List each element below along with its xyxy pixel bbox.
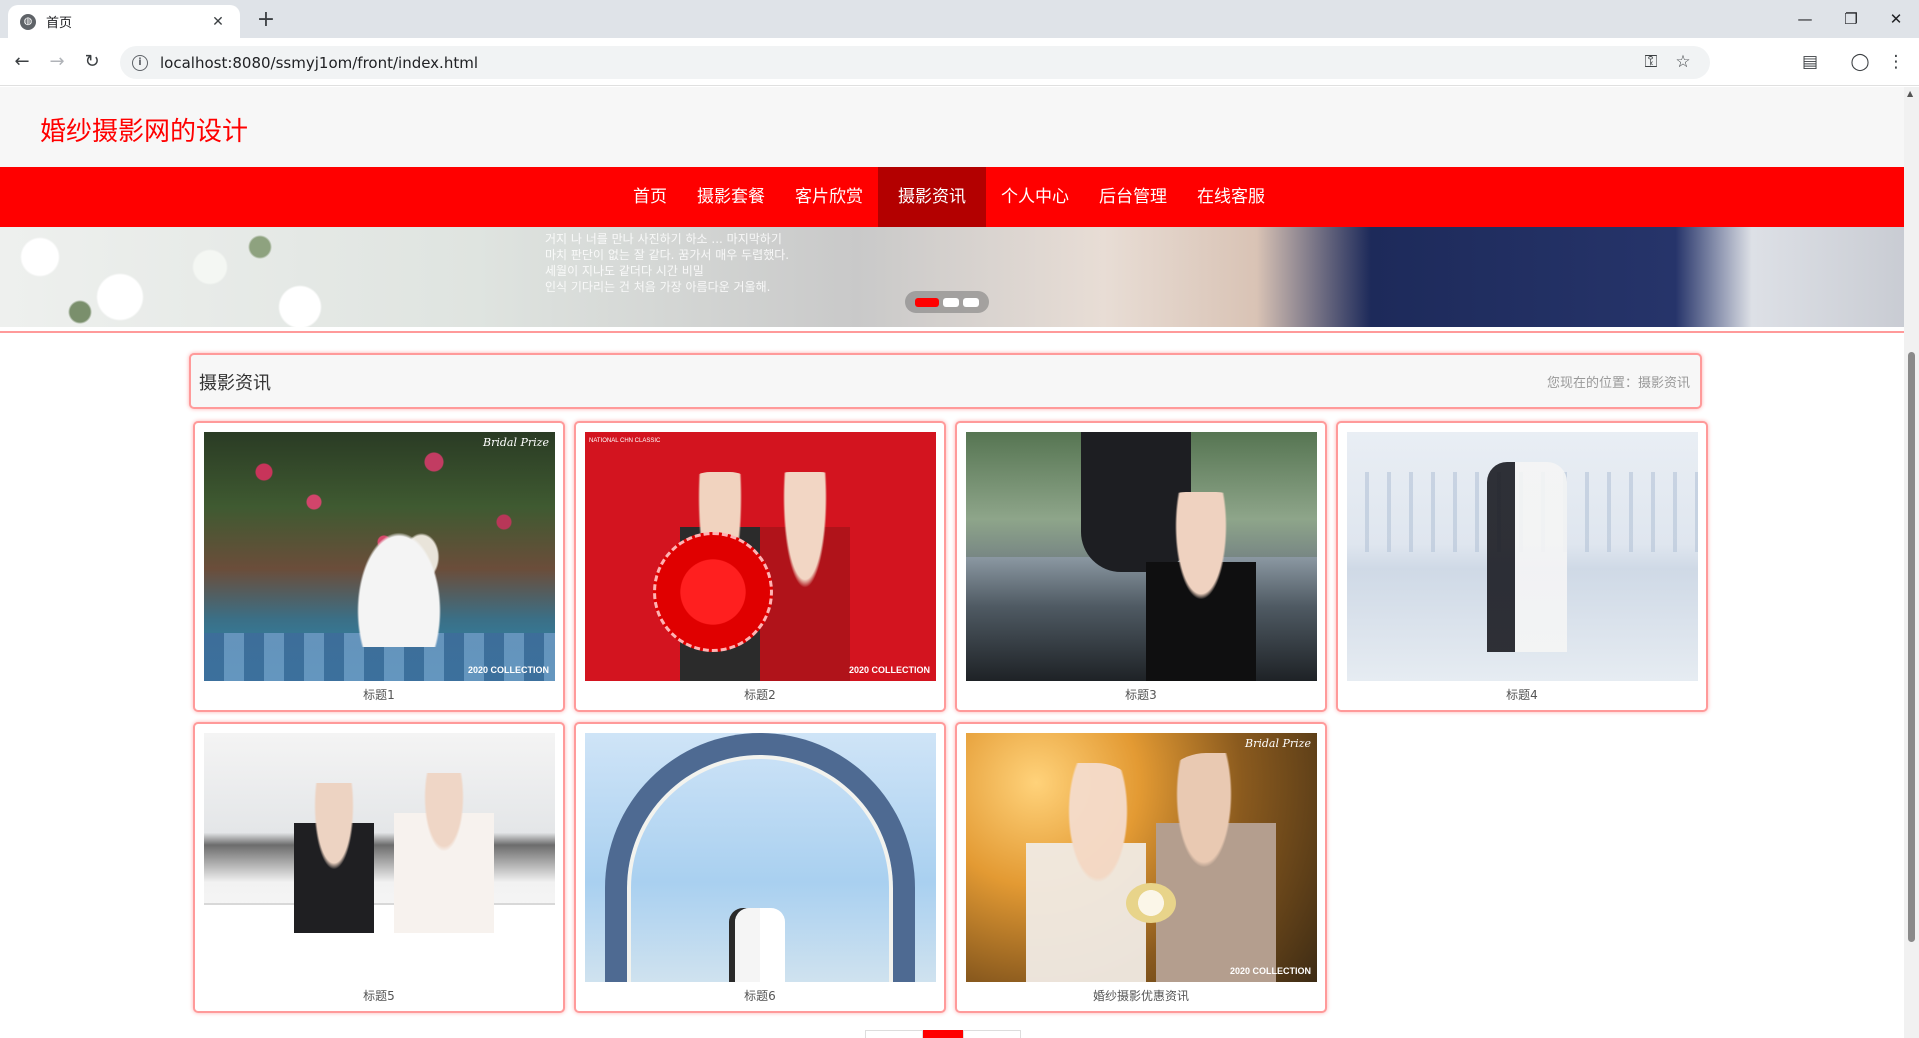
menu-dots-icon[interactable]: ⋮ xyxy=(1880,46,1912,78)
browser-tab[interactable]: ◍ 首页 ✕ xyxy=(8,5,240,38)
banner-text-line: 마치 판단이 없는 잘 같다. 꿈가서 매우 두렵했다. xyxy=(545,248,790,262)
news-card[interactable]: Bridal Prize 2020 COLLECTION 婚纱摄影优惠资讯 xyxy=(955,722,1327,1013)
url-text: localhost:8080/ssmyj1om/front/index.html xyxy=(160,53,478,72)
banner-text-line: 인식 기다리는 건 처음 가장 아름다운 거울해. xyxy=(545,280,771,294)
site-header: 婚纱摄影网的设计 xyxy=(0,87,1904,167)
browser-toolbar: ← → ↻ i localhost:8080/ssmyj1om/front/in… xyxy=(0,38,1919,86)
page-title: 摄影资讯 xyxy=(199,373,271,394)
pagination xyxy=(865,1030,1021,1038)
news-image[interactable] xyxy=(1347,432,1698,681)
nav-item-support[interactable]: 在线客服 xyxy=(1182,167,1280,227)
close-tab-icon[interactable]: ✕ xyxy=(208,14,228,30)
news-caption[interactable]: 标题4 xyxy=(1338,686,1706,703)
news-image[interactable] xyxy=(585,733,936,982)
profile-icon[interactable]: ◯ xyxy=(1844,46,1876,78)
location-breadcrumb: 您现在的位置：摄影资讯 xyxy=(1546,376,1690,391)
collection-badge: 2020 COLLECTION xyxy=(1229,966,1311,976)
news-caption[interactable]: 标题3 xyxy=(957,686,1325,703)
news-card[interactable]: 标题5 xyxy=(193,722,565,1013)
watermark: Bridal Prize xyxy=(1245,737,1311,750)
nav-item-news[interactable]: 摄影资讯 xyxy=(878,167,986,227)
nav-item-admin[interactable]: 后台管理 xyxy=(1084,167,1182,227)
carousel-dot-3[interactable] xyxy=(963,297,979,307)
restore-icon[interactable]: ❐ xyxy=(1828,0,1874,38)
news-caption[interactable]: 标题2 xyxy=(576,686,944,703)
news-caption[interactable]: 婚纱摄影优惠资讯 xyxy=(957,987,1325,1004)
nav-item-home[interactable]: 首页 xyxy=(618,167,682,227)
news-image[interactable]: Bridal Prize 2020 COLLECTION xyxy=(204,432,555,681)
back-icon[interactable]: ← xyxy=(6,46,38,78)
news-card[interactable]: 标题6 xyxy=(574,722,946,1013)
page-scrollbar[interactable]: ▲ xyxy=(1904,87,1919,1038)
banner-text-line: 거지 나 너를 만나 사진하기 하소 ... 마지막하기 xyxy=(545,232,782,246)
scrollbar-thumb[interactable] xyxy=(1908,352,1915,942)
news-image[interactable]: NATIONAL CHN CLASSIC 2020 COLLECTION xyxy=(585,432,936,681)
news-image[interactable] xyxy=(966,432,1317,681)
scroll-up-icon[interactable]: ▲ xyxy=(1907,89,1913,98)
carousel-dot-2[interactable] xyxy=(943,297,959,307)
reload-icon[interactable]: ↻ xyxy=(76,46,108,78)
watermark: Bridal Prize xyxy=(483,436,549,449)
site-info-icon[interactable]: i xyxy=(132,54,148,71)
pagination-prev[interactable] xyxy=(865,1030,923,1038)
site-title: 婚纱摄影网的设计 xyxy=(40,117,249,147)
browser-tabstrip: ◍ 首页 ✕ + — ❐ ✕ xyxy=(0,0,1919,38)
banner-carousel[interactable]: 거지 나 너를 만나 사진하기 하소 ... 마지막하기 마치 판단이 없는 잘… xyxy=(0,227,1904,327)
pagination-next[interactable] xyxy=(963,1030,1021,1038)
nav-item-packages[interactable]: 摄影套餐 xyxy=(682,167,780,227)
carousel-indicators xyxy=(905,291,989,313)
tab-title: 首页 xyxy=(46,16,73,31)
nav-item-gallery[interactable]: 客片欣赏 xyxy=(780,167,878,227)
page-viewport: 婚纱摄影网的设计 首页 摄影套餐 客片欣赏 摄影资讯 个人中心 后台管理 在线客… xyxy=(0,87,1904,1038)
close-window-icon[interactable]: ✕ xyxy=(1873,0,1919,38)
breadcrumb: 摄影资讯 您现在的位置：摄影资讯 xyxy=(189,353,1702,409)
banner-flowers-image xyxy=(0,227,560,327)
collection-badge: 2020 COLLECTION xyxy=(467,665,549,675)
password-key-icon[interactable]: ⚿ xyxy=(1636,46,1666,79)
news-caption[interactable]: 标题6 xyxy=(576,987,944,1004)
news-card[interactable]: 标题4 xyxy=(1336,421,1708,712)
news-card[interactable]: 标题3 xyxy=(955,421,1327,712)
globe-icon: ◍ xyxy=(20,13,36,30)
bookmark-star-icon[interactable]: ☆ xyxy=(1668,46,1698,79)
forward-icon[interactable]: → xyxy=(41,46,73,78)
banner-text-line: 세월이 지나도 같더다 시간 비밀 xyxy=(545,264,704,278)
news-card[interactable]: NATIONAL CHN CLASSIC 2020 COLLECTION 标题2 xyxy=(574,421,946,712)
carousel-dot-1[interactable] xyxy=(915,297,939,307)
main-nav: 首页 摄影套餐 客片欣赏 摄影资讯 个人中心 后台管理 在线客服 xyxy=(0,167,1904,227)
new-tab-button[interactable]: + xyxy=(252,6,280,34)
news-caption[interactable]: 标题5 xyxy=(195,987,563,1004)
banner-text: 거지 나 너를 만나 사진하기 하소 ... 마지막하기 마치 판단이 없는 잘… xyxy=(545,231,905,295)
pagination-current[interactable] xyxy=(923,1030,963,1038)
minimize-icon[interactable]: — xyxy=(1782,0,1828,38)
collection-badge: 2020 COLLECTION xyxy=(848,665,930,675)
reading-mode-icon[interactable]: ▤ xyxy=(1794,46,1826,78)
address-bar[interactable]: i localhost:8080/ssmyj1om/front/index.ht… xyxy=(120,46,1710,79)
news-image[interactable] xyxy=(204,733,555,982)
news-caption[interactable]: 标题1 xyxy=(195,686,563,703)
news-card[interactable]: Bridal Prize 2020 COLLECTION 标题1 xyxy=(193,421,565,712)
watermark: NATIONAL CHN CLASSIC xyxy=(589,438,661,444)
nav-item-profile[interactable]: 个人中心 xyxy=(986,167,1084,227)
news-image[interactable]: Bridal Prize 2020 COLLECTION xyxy=(966,733,1317,982)
divider xyxy=(0,331,1904,333)
